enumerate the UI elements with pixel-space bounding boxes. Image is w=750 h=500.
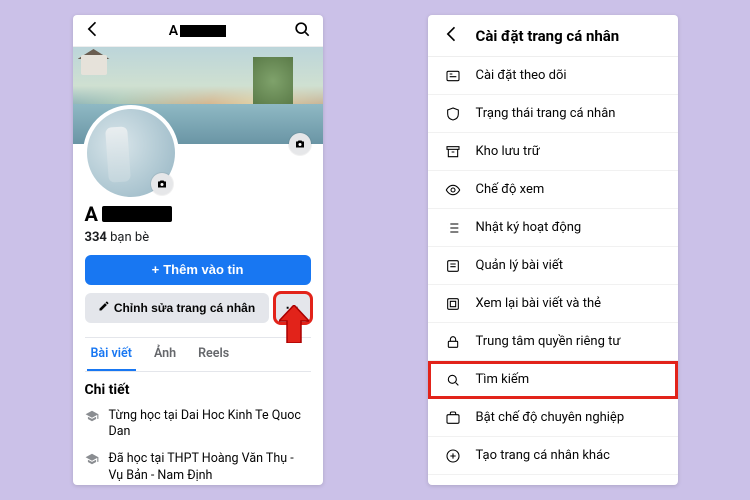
settings-item-view-mode[interactable]: Chế độ xem	[428, 171, 678, 209]
list-icon	[444, 220, 462, 236]
topbar: A	[73, 15, 323, 47]
settings-screen: Cài đặt trang cá nhân Cài đặt theo dõi T…	[428, 15, 678, 485]
posts-icon	[444, 258, 462, 274]
archive-icon	[444, 144, 462, 160]
settings-label: Tạo trang cá nhân khác	[476, 448, 610, 463]
plus-icon: +	[152, 262, 160, 277]
settings-label: Chế độ xem	[476, 182, 545, 197]
shield-icon	[444, 106, 462, 122]
search-icon[interactable]	[292, 19, 312, 43]
detail-education[interactable]: Đã học tại THPT Hoàng Văn Thụ - Vụ Bản -…	[85, 451, 311, 485]
detail-education[interactable]: Từng học tại Dai Hoc Kinh Te Quoc Dan	[85, 408, 311, 442]
pencil-icon	[98, 300, 110, 315]
settings-label: Cài đặt theo dõi	[476, 68, 567, 83]
detail-text: Đã học tại THPT Hoàng Văn Thụ - Vụ Bản -…	[109, 451, 311, 485]
settings-item-search[interactable]: Tìm kiếm	[428, 361, 678, 399]
search-icon	[444, 372, 462, 388]
review-icon	[444, 296, 462, 312]
topbar: Cài đặt trang cá nhân	[428, 15, 678, 57]
profile-name: A	[85, 202, 311, 226]
back-icon[interactable]	[83, 19, 103, 43]
graduation-cap-icon	[85, 452, 99, 472]
settings-label: Xem lại bài viết và thẻ	[476, 296, 602, 311]
briefcase-icon	[444, 410, 462, 426]
settings-label: Bật chế độ chuyên nghiệp	[476, 410, 625, 425]
settings-item-privacy[interactable]: Trung tâm quyền riêng tư	[428, 323, 678, 361]
edit-profile-button[interactable]: Chỉnh sửa trang cá nhân	[85, 293, 269, 323]
settings-label: Nhật ký hoạt động	[476, 220, 582, 235]
settings-item-share[interactable]: Chia sẻ trang cá nhân	[428, 475, 678, 485]
tab-photos[interactable]: Ảnh	[150, 338, 180, 371]
profile-tabs: Bài viết Ảnh Reels	[85, 337, 311, 372]
settings-item-archive[interactable]: Kho lưu trữ	[428, 133, 678, 171]
tab-posts[interactable]: Bài viết	[87, 338, 136, 371]
detail-text: Từng học tại Dai Hoc Kinh Te Quoc Dan	[109, 408, 311, 442]
settings-list: Cài đặt theo dõi Trạng thái trang cá nhâ…	[428, 57, 678, 485]
eye-icon	[444, 182, 462, 198]
settings-label: Kho lưu trữ	[476, 144, 540, 159]
settings-item-manage-posts[interactable]: Quản lý bài viết	[428, 247, 678, 285]
page-title: Cài đặt trang cá nhân	[476, 27, 620, 45]
tab-reels[interactable]: Reels	[194, 338, 233, 371]
add-to-story-button[interactable]: + Thêm vào tin	[85, 255, 311, 285]
settings-item-pro-mode[interactable]: Bật chế độ chuyên nghiệp	[428, 399, 678, 437]
back-icon[interactable]	[442, 24, 462, 48]
profile-screen: A A 334 bạn bè + Thêm vào tin	[73, 15, 323, 485]
settings-item-follow[interactable]: Cài đặt theo dõi	[428, 57, 678, 95]
settings-label: Trung tâm quyền riêng tư	[476, 334, 621, 349]
friend-count[interactable]: 334 bạn bè	[85, 230, 311, 245]
settings-item-status[interactable]: Trạng thái trang cá nhân	[428, 95, 678, 133]
settings-label: Trạng thái trang cá nhân	[476, 106, 616, 121]
settings-item-activity-log[interactable]: Nhật ký hoạt động	[428, 209, 678, 247]
annotation-arrow-up	[279, 305, 309, 343]
graduation-cap-icon	[85, 409, 99, 429]
settings-label: Quản lý bài viết	[476, 258, 563, 273]
settings-item-review-posts[interactable]: Xem lại bài viết và thẻ	[428, 285, 678, 323]
plus-circle-icon	[444, 448, 462, 464]
details-heading: Chi tiết	[85, 382, 311, 398]
lock-icon	[444, 334, 462, 350]
settings-label: Tìm kiếm	[476, 372, 530, 387]
topbar-title: A	[169, 23, 227, 39]
follow-settings-icon	[444, 68, 462, 84]
settings-item-create-profile[interactable]: Tạo trang cá nhân khác	[428, 437, 678, 475]
